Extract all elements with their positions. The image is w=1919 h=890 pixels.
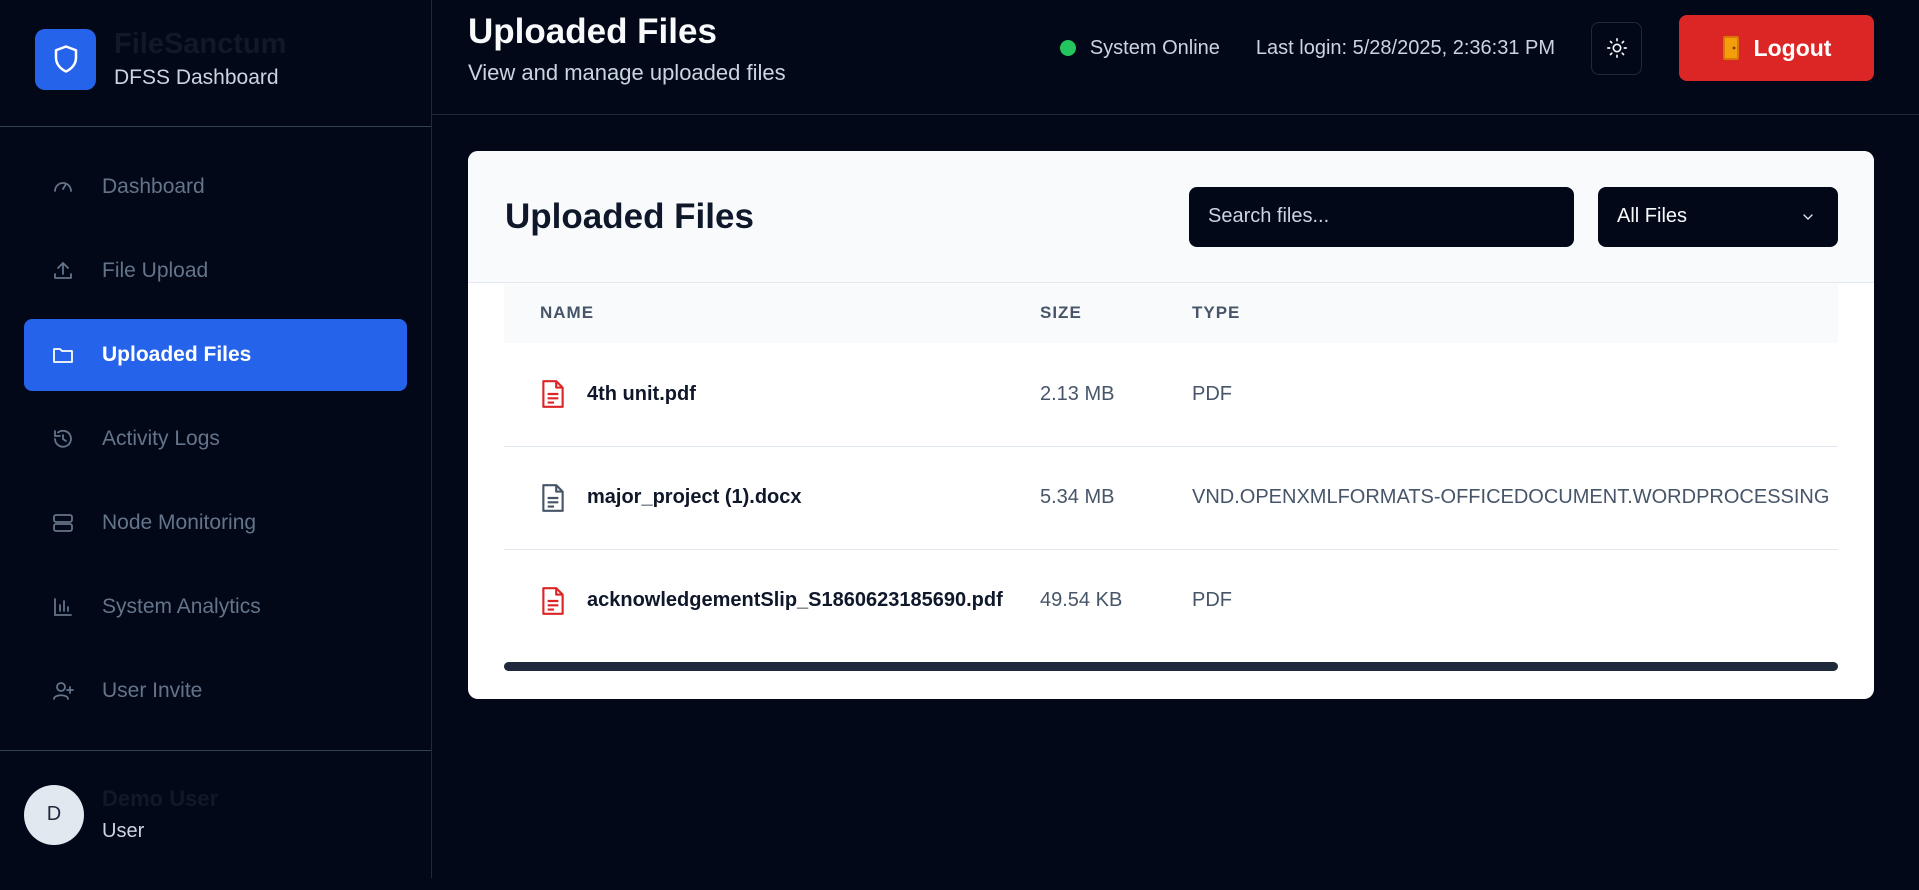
folder-icon [48, 340, 78, 370]
sidebar-item-activity-logs[interactable]: Activity Logs [24, 403, 407, 475]
table-row[interactable]: major_project (1).docx 5.34 MB VND.OPENX… [504, 446, 1838, 550]
file-type-filter-select[interactable]: All Files [1598, 186, 1838, 247]
main-area: Uploaded Files View and manage uploaded … [432, 0, 1919, 890]
sidebar-item-uploaded-files[interactable]: Uploaded Files [24, 319, 407, 391]
sidebar: FileSanctum DFSS Dashboard Dashboard Fil… [0, 0, 432, 878]
document-file-icon [540, 483, 566, 513]
file-type-cell: PDF [1192, 589, 1232, 612]
door-icon [1722, 35, 1740, 61]
online-status-dot-icon [1059, 40, 1076, 56]
column-header-type[interactable]: TYPE [1192, 283, 1838, 343]
history-icon [48, 424, 78, 454]
user-role: User [102, 820, 145, 842]
brand-subtitle: DFSS Dashboard [114, 66, 279, 89]
sidebar-item-label: File Upload [102, 259, 209, 282]
theme-toggle-button[interactable] [1591, 21, 1642, 75]
pdf-file-icon [540, 379, 566, 409]
file-type-cell: VND.OPENXMLFORMATS-OFFICEDOCUMENT.WORDPR… [1192, 446, 1838, 550]
file-name[interactable]: acknowledgementSlip_S1860623185690.pdf [587, 589, 1003, 612]
files-card: Uploaded Files All Files NAME [468, 151, 1874, 699]
status-text: System Online [1089, 36, 1220, 59]
sidebar-item-dashboard[interactable]: Dashboard [24, 151, 407, 223]
content: Uploaded Files All Files NAME [432, 115, 1919, 699]
file-name-cell: acknowledgementSlip_S1860623185690.pdf [504, 549, 1040, 652]
avatar: D [24, 784, 84, 845]
file-name[interactable]: 4th unit.pdf [587, 383, 696, 406]
brand: FileSanctum DFSS Dashboard [0, 0, 431, 127]
logout-button[interactable]: Logout [1679, 15, 1874, 81]
server-icon [48, 508, 78, 538]
file-name-cell: major_project (1).docx [504, 446, 1040, 550]
last-login: Last login: 5/28/2025, 2:36:31 PM [1255, 36, 1555, 59]
page-title: Uploaded Files [468, 12, 717, 51]
card-title: Uploaded Files [505, 196, 754, 236]
table-row[interactable]: 4th unit.pdf 2.13 MB PDF [504, 343, 1838, 447]
user-name: Demo User [102, 786, 219, 811]
search-input[interactable] [1189, 186, 1574, 247]
sidebar-item-label: User Invite [102, 679, 203, 702]
sidebar-item-label: Node Monitoring [102, 511, 257, 534]
column-header-name[interactable]: NAME [504, 283, 1040, 343]
card-header: Uploaded Files All Files [468, 151, 1874, 283]
sidebar-item-label: Dashboard [102, 175, 205, 198]
sidebar-nav: Dashboard File Upload Uploaded Files Act… [0, 127, 431, 750]
file-name-cell: 4th unit.pdf [504, 343, 1040, 447]
app-root: FileSanctum DFSS Dashboard Dashboard Fil… [0, 0, 1919, 890]
top-header: Uploaded Files View and manage uploaded … [432, 0, 1919, 115]
file-size-cell: 5.34 MB [1040, 446, 1192, 550]
table-row[interactable]: acknowledgementSlip_S1860623185690.pdf 4… [504, 549, 1838, 652]
sidebar-item-file-upload[interactable]: File Upload [24, 235, 407, 307]
column-header-size[interactable]: SIZE [1040, 283, 1192, 343]
sidebar-item-node-monitoring[interactable]: Node Monitoring [24, 487, 407, 559]
chevron-down-icon [1800, 209, 1816, 225]
sidebar-item-label: Uploaded Files [102, 343, 252, 366]
sidebar-item-label: Activity Logs [102, 427, 220, 450]
upload-icon [48, 256, 78, 286]
pdf-file-icon [540, 586, 566, 616]
user-plus-icon [48, 676, 78, 706]
user-profile[interactable]: D Demo User User [0, 750, 431, 878]
files-table: NAME SIZE TYPE 4th unit.pdf 2.13 MB PDF … [504, 283, 1838, 652]
file-name[interactable]: major_project (1).docx [587, 486, 802, 509]
filter-value: All Files [1617, 205, 1688, 227]
system-status: System Online [1059, 36, 1220, 60]
logout-label: Logout [1753, 34, 1832, 61]
page-subtitle: View and manage uploaded files [468, 60, 786, 85]
sun-icon [1606, 37, 1628, 59]
table-header-row: NAME SIZE TYPE [504, 283, 1838, 343]
horizontal-scrollbar[interactable] [504, 662, 1838, 671]
gauge-icon [48, 172, 78, 202]
sidebar-item-user-invite[interactable]: User Invite [24, 655, 407, 727]
file-type-cell: PDF [1192, 343, 1838, 447]
sidebar-item-system-analytics[interactable]: System Analytics [24, 571, 407, 643]
brand-title: FileSanctum [114, 28, 287, 60]
shield-logo-icon [35, 28, 96, 90]
bar-chart-icon [48, 592, 78, 622]
sidebar-item-label: System Analytics [102, 595, 261, 618]
file-size-cell: 2.13 MB [1040, 343, 1192, 447]
file-size-cell: 49.54 KB [1040, 589, 1123, 612]
table-wrapper: NAME SIZE TYPE 4th unit.pdf 2.13 MB PDF … [468, 283, 1874, 671]
